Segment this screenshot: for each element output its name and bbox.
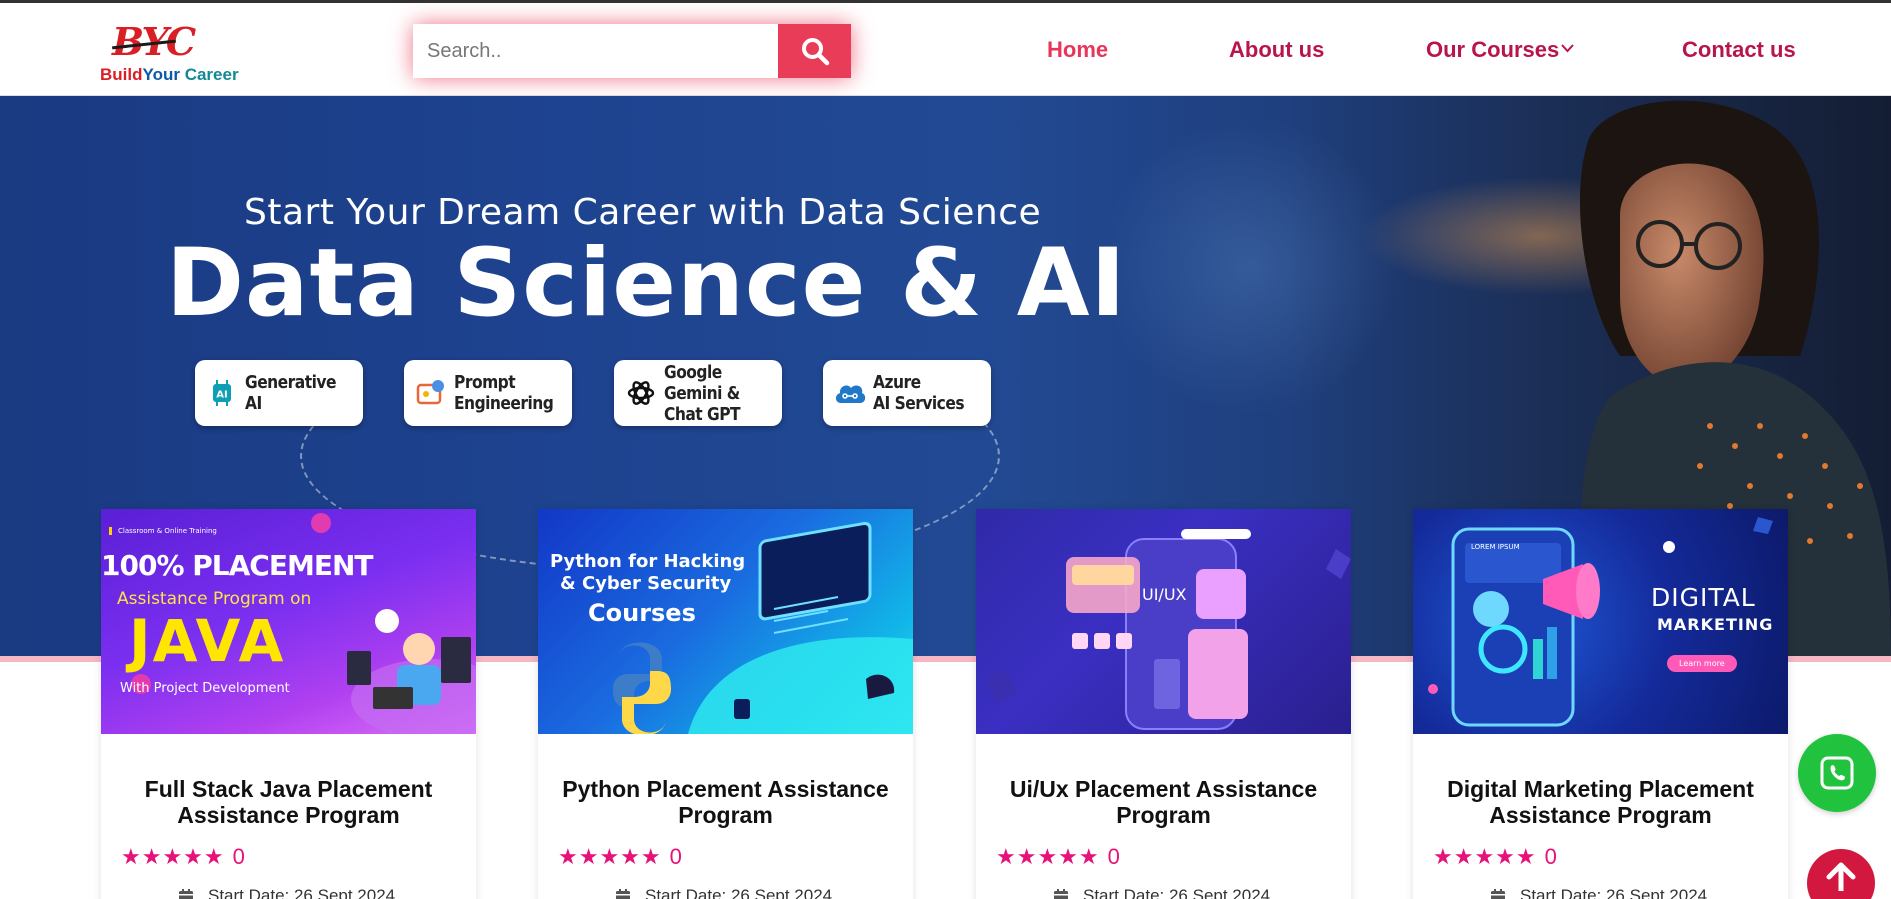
rating-stars: ★★★★★	[121, 844, 225, 870]
course-title[interactable]: Full Stack Java Placement Assistance Pro…	[121, 776, 456, 828]
hero-pill-prompt-engineering: Prompt Engineering	[404, 360, 572, 426]
java-art-line4: With Project Development	[120, 681, 290, 696]
course-rating: ★★★★★ 0	[1433, 844, 1557, 870]
chevron-down-icon	[1561, 44, 1575, 53]
calendar-icon	[1054, 889, 1068, 899]
course-start-date: Start Date: 26 Sept 2024	[1490, 886, 1707, 899]
search-bar	[413, 24, 851, 78]
course-image-java[interactable]: Classroom & Online Training 100% PLACEME…	[101, 509, 476, 734]
hero-pill-label: Prompt Engineering	[454, 372, 554, 414]
calendar-icon	[616, 889, 630, 899]
python-art-line2: & Cyber Security	[560, 573, 732, 594]
course-rating: ★★★★★ 0	[996, 844, 1120, 870]
nav-contact[interactable]: Contact us	[1682, 37, 1796, 63]
nav-about[interactable]: About us	[1229, 37, 1324, 63]
calendar-icon	[179, 889, 193, 899]
prompt-icon	[414, 376, 448, 410]
course-card-python[interactable]: Python for Hacking & Cyber Security Cour…	[538, 509, 913, 899]
dm-art-mini: LOREM IPSUM	[1471, 543, 1520, 551]
java-art-tag: Classroom & Online Training	[109, 527, 217, 535]
course-image-digital-marketing[interactable]: LOREM IPSUM DIGITAL MARKETING Learn more	[1413, 509, 1788, 734]
hero-pill-label: Azure AI Services	[873, 372, 965, 414]
dm-art-button: Learn more	[1667, 655, 1737, 672]
course-start-date: Start Date: 26 Sept 2024	[1053, 886, 1270, 899]
start-date-text: Start Date: 26 Sept 2024	[1520, 886, 1708, 899]
java-art-line3: JAVA	[129, 607, 286, 675]
course-image-uiux[interactable]: UI/UX	[976, 509, 1351, 734]
logo-word-your: Your	[142, 65, 180, 84]
calendar-icon	[1491, 889, 1505, 899]
java-art-line2: Assistance Program on	[117, 589, 312, 609]
course-card-uiux[interactable]: UI/UX Ui/Ux Placement Assistance Program…	[976, 509, 1351, 899]
nav-our-courses[interactable]: Our Courses	[1426, 37, 1575, 63]
search-icon	[801, 38, 829, 66]
course-start-date: Start Date: 26 Sept 2024	[615, 886, 832, 899]
course-card-digital-marketing[interactable]: LOREM IPSUM DIGITAL MARKETING Learn more…	[1413, 509, 1788, 899]
hero-pill-azure-ai: Azure AI Services	[823, 360, 991, 426]
uiux-banner-decoration	[986, 529, 1351, 730]
hero-subtitle: Start Your Dream Career with Data Scienc…	[244, 192, 1042, 233]
hero-pill-label: Generative AI	[245, 372, 336, 414]
nav-home[interactable]: Home	[1047, 37, 1108, 63]
hero-pill-generative-ai: AI Generative AI	[195, 360, 363, 426]
rating-count: 0	[1544, 844, 1557, 869]
svg-text:AI: AI	[216, 390, 227, 401]
rating-stars: ★★★★★	[1433, 844, 1537, 870]
logo-mark: BYC	[112, 19, 196, 64]
start-date-text: Start Date: 26 Sept 2024	[1083, 886, 1271, 899]
course-title[interactable]: Python Placement Assistance Program	[558, 776, 893, 828]
logo-text: BuildYour Career	[100, 65, 239, 85]
course-start-date: Start Date: 26 Sept 2024	[178, 886, 395, 899]
hero-glow	[1100, 116, 1400, 416]
rating-stars: ★★★★★	[558, 844, 662, 870]
course-rating: ★★★★★ 0	[121, 844, 245, 870]
java-art-line1: 100% PLACEMENT	[101, 549, 373, 582]
arrow-up-icon	[1826, 862, 1856, 891]
start-date-text: Start Date: 26 Sept 2024	[208, 886, 396, 899]
nav-our-courses-label: Our Courses	[1426, 37, 1560, 62]
hero-pill-label: Google Gemini & Chat GPT	[664, 361, 741, 425]
logo-word-career: Career	[184, 65, 239, 84]
hero-pill-gemini-chatgpt: Google Gemini & Chat GPT	[614, 360, 782, 426]
course-card-java[interactable]: Classroom & Online Training 100% PLACEME…	[101, 509, 476, 899]
rating-count: 0	[232, 844, 245, 869]
back-to-top-button[interactable]	[1807, 849, 1875, 899]
dm-art-line1: DIGITAL	[1651, 583, 1756, 612]
search-input[interactable]	[413, 24, 778, 78]
search-button[interactable]	[778, 24, 851, 78]
rating-stars: ★★★★★	[996, 844, 1100, 870]
course-rating: ★★★★★ 0	[558, 844, 682, 870]
ai-chip-icon: AI	[205, 376, 239, 410]
hero-title: Data Science & AI	[166, 229, 1127, 338]
whatsapp-button[interactable]	[1798, 734, 1876, 812]
rating-count: 0	[669, 844, 682, 869]
course-image-python[interactable]: Python for Hacking & Cyber Security Cour…	[538, 509, 913, 734]
dm-art-line2: MARKETING	[1657, 615, 1774, 634]
uiux-art-label: UI/UX	[1142, 585, 1187, 604]
python-art-line1: Python for Hacking	[550, 551, 746, 572]
whatsapp-icon	[1820, 756, 1854, 790]
logo[interactable]: BYC BuildYour Career	[100, 19, 260, 89]
course-title[interactable]: Digital Marketing Placement Assistance P…	[1433, 776, 1768, 828]
cloud-brain-icon	[833, 376, 867, 410]
python-art-line3: Courses	[588, 599, 696, 627]
course-title[interactable]: Ui/Ux Placement Assistance Program	[996, 776, 1331, 828]
openai-icon	[624, 376, 658, 410]
site-header: BYC BuildYour Career Home About us Our C…	[0, 0, 1891, 96]
start-date-text: Start Date: 26 Sept 2024	[645, 886, 833, 899]
rating-count: 0	[1107, 844, 1120, 869]
logo-word-build: Build	[100, 65, 143, 84]
